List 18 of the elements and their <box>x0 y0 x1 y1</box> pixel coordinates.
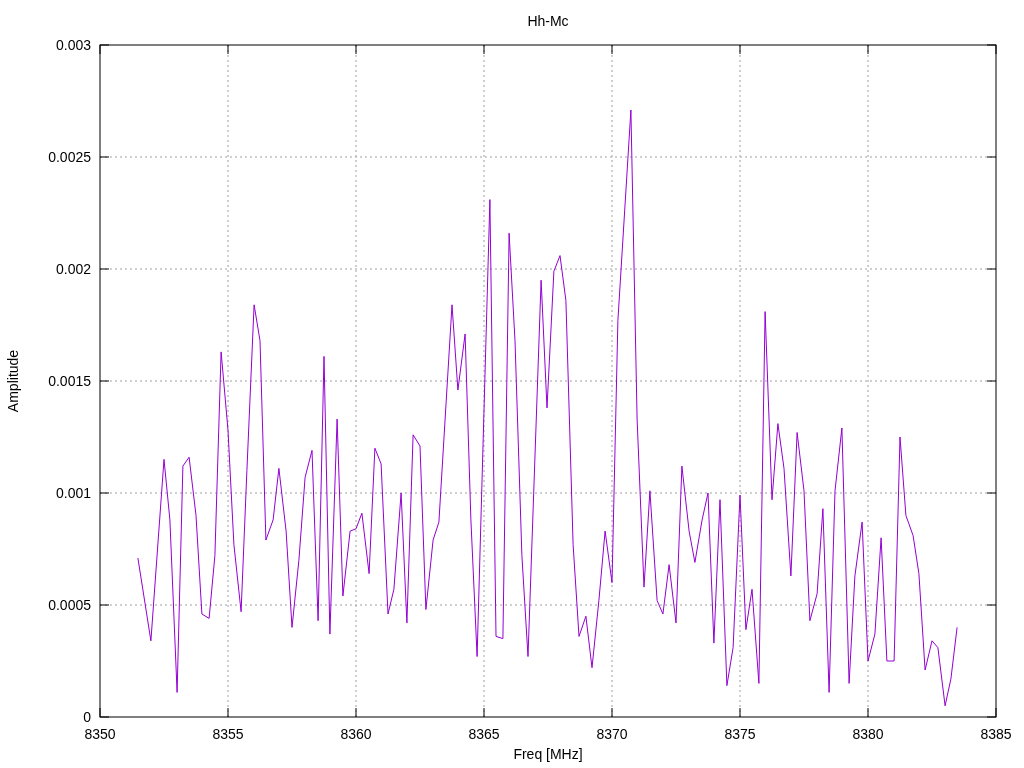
x-axis-label: Freq [MHz] <box>513 746 583 762</box>
x-tick-label: 8375 <box>724 726 756 742</box>
y-axis-label: Amplitude <box>5 349 21 413</box>
x-tick-label: 8360 <box>340 726 372 742</box>
y-tick-label: 0.0005 <box>48 597 91 613</box>
x-tick-label: 8370 <box>596 726 628 742</box>
x-tick-label: 8385 <box>980 726 1012 742</box>
x-tick-label: 8365 <box>468 726 500 742</box>
chart-title: Hh-Mc <box>527 13 569 29</box>
x-tick-label: 8355 <box>212 726 244 742</box>
y-tick-label: 0.002 <box>55 261 91 277</box>
x-tick-label: 8350 <box>84 726 116 742</box>
x-tick-label: 8380 <box>852 726 884 742</box>
y-tick-label: 0.003 <box>55 37 91 53</box>
y-tick-label: 0.001 <box>55 485 91 501</box>
y-tick-label: 0.0015 <box>48 373 91 389</box>
y-tick-label: 0.0025 <box>48 149 91 165</box>
y-tick-label: 0 <box>83 709 91 725</box>
